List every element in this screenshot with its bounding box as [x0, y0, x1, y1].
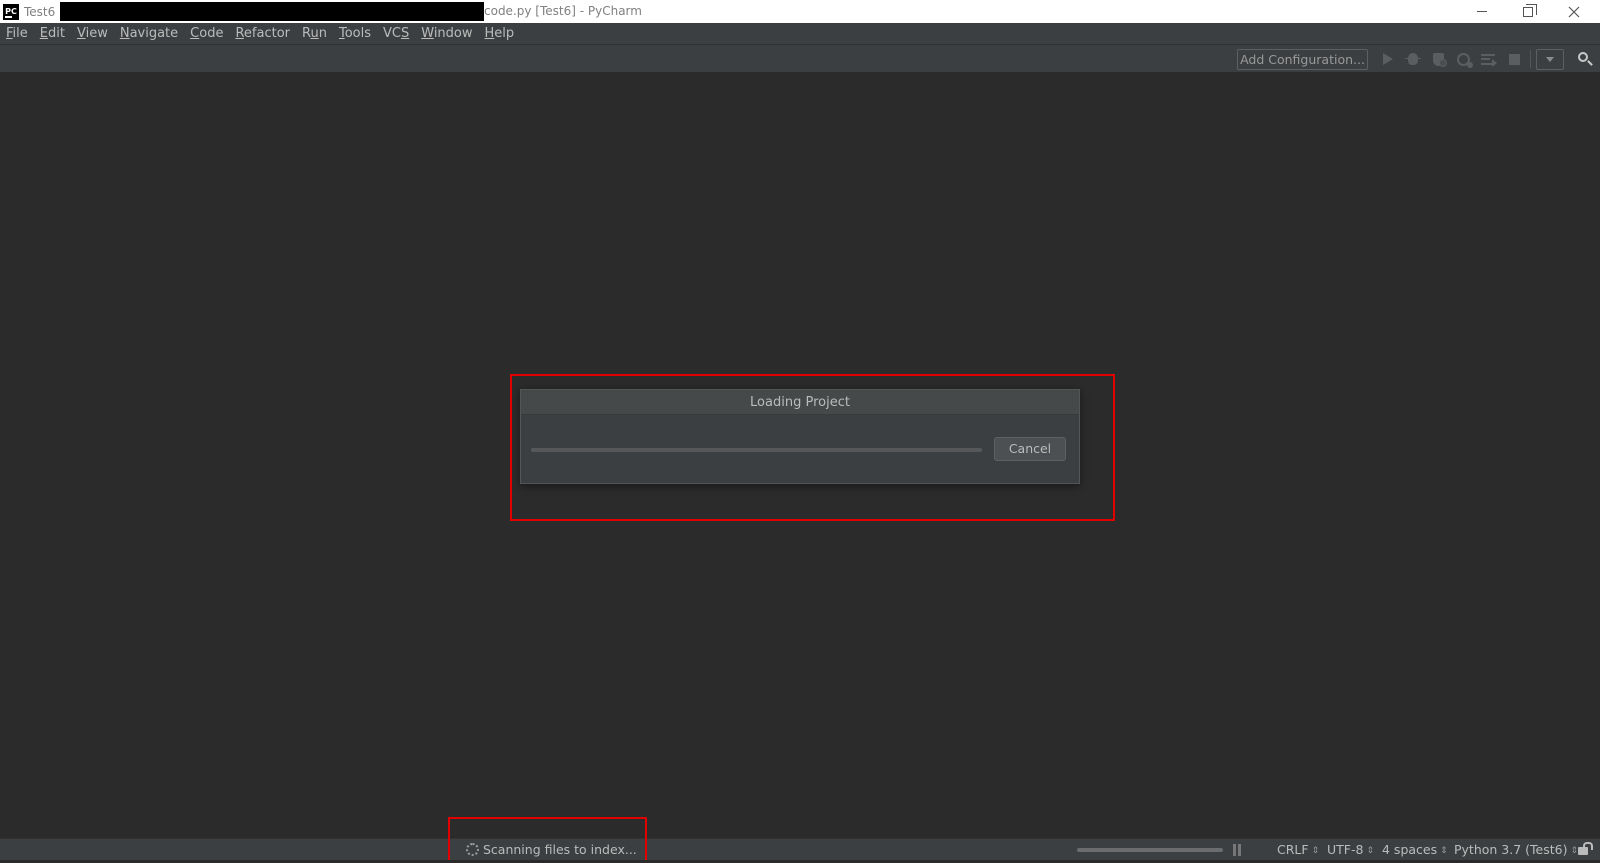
line-separator-widget[interactable]: CRLF ⇕	[1277, 839, 1319, 861]
menu-view[interactable]: View	[71, 23, 114, 45]
pause-icon[interactable]	[1233, 844, 1241, 856]
menu-window[interactable]: Window	[415, 23, 478, 45]
redacted-path	[60, 2, 484, 21]
updown-arrows-icon: ⇕	[1440, 846, 1448, 856]
coverage-icon[interactable]	[1430, 51, 1447, 67]
menu-vcs[interactable]: VCS	[377, 23, 415, 45]
profile-icon[interactable]	[1455, 51, 1473, 68]
add-configuration-button[interactable]: Add Configuration...	[1237, 49, 1368, 70]
dialog-highlight-box	[510, 374, 1115, 521]
menu-edit[interactable]: Edit	[34, 23, 71, 45]
pycharm-logo-icon: PC	[3, 3, 19, 20]
menu-code[interactable]: Code	[184, 23, 229, 45]
interpreter-widget[interactable]: Python 3.7 (Test6) ⇕	[1454, 839, 1578, 861]
menu-refactor[interactable]: Refactor	[229, 23, 296, 45]
updown-arrows-icon: ⇕	[1570, 846, 1579, 856]
title-bar: PC Test6 code.py [Test6] - PyCharm	[0, 0, 1600, 23]
menu-tools[interactable]: Tools	[333, 23, 377, 45]
status-progress-bar[interactable]	[1077, 848, 1223, 852]
close-button[interactable]	[1552, 0, 1596, 23]
menu-file[interactable]: File	[0, 23, 34, 45]
encoding-label: UTF-8	[1327, 842, 1364, 857]
debug-icon[interactable]	[1405, 51, 1421, 67]
indent-widget[interactable]: 4 spaces ⇕	[1382, 839, 1448, 861]
updown-arrows-icon: ⇕	[1311, 846, 1320, 856]
run-icon[interactable]	[1380, 51, 1396, 67]
search-everywhere-icon[interactable]	[1577, 51, 1593, 67]
encoding-widget[interactable]: UTF-8 ⇕	[1327, 839, 1374, 861]
status-highlight-box	[448, 817, 647, 860]
window-title: code.py [Test6] - PyCharm	[484, 4, 642, 18]
concurrency-icon[interactable]	[1480, 51, 1497, 67]
close-icon	[1568, 6, 1580, 17]
menu-run[interactable]: Run	[296, 23, 333, 45]
stop-icon[interactable]	[1506, 51, 1522, 67]
restore-button[interactable]	[1506, 0, 1550, 23]
main-toolbar: Add Configuration...	[0, 45, 1600, 73]
vcs-dropdown-button[interactable]	[1536, 49, 1564, 70]
updown-arrows-icon: ⇕	[1366, 846, 1374, 856]
menu-bar: File Edit View Navigate Code Refactor Run Tools…	[0, 23, 1600, 45]
indent-label: 4 spaces	[1382, 842, 1438, 857]
status-bar: Scanning files to index... CRLF ⇕ UTF-8 ⇕ …	[0, 838, 1600, 860]
window-title-project: Test6	[24, 4, 56, 19]
lock-icon[interactable]	[1578, 842, 1593, 855]
minimize-icon	[1477, 11, 1487, 12]
restore-icon	[1523, 3, 1537, 17]
line-separator-label: CRLF	[1277, 842, 1309, 857]
toolbar-separator	[1530, 50, 1531, 68]
menu-help[interactable]: Help	[479, 23, 521, 45]
minimize-button[interactable]	[1460, 0, 1504, 23]
menu-navigate[interactable]: Navigate	[114, 23, 184, 45]
chevron-down-icon	[1546, 57, 1554, 62]
interpreter-label: Python 3.7 (Test6)	[1454, 842, 1568, 857]
